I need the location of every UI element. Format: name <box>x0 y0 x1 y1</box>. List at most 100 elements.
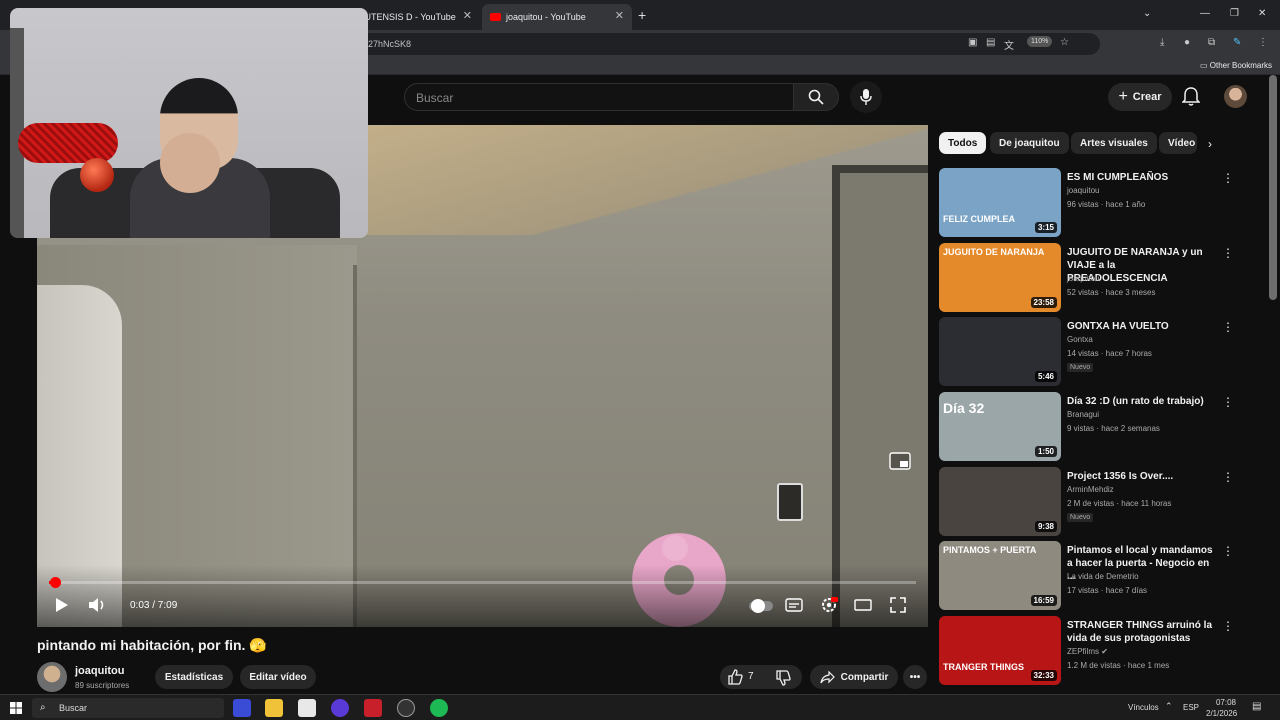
like-icon[interactable] <box>727 669 743 685</box>
spotify-icon[interactable] <box>430 699 448 717</box>
recommendation-item[interactable]: 5:46 GONTXA HA VUELTO Gontxa 14 vistas · ha… <box>939 317 1269 387</box>
screenshot-icon[interactable]: ▤ <box>986 37 995 48</box>
chip-artes-visuales[interactable]: Artes visuales <box>1071 132 1157 154</box>
recommendation-title[interactable]: GONTXA HA VUELTO <box>1067 320 1217 333</box>
recommendation-channel[interactable]: joaquitou <box>1067 186 1099 195</box>
bookmark-star-icon[interactable]: ☆ <box>1060 37 1069 48</box>
thumbnail-text: JUGUITO DE NARANJA <box>943 247 1045 257</box>
recommendation-item[interactable]: JUGUITO DE NARANJA 23:58 JUGUITO DE NARANJ… <box>939 243 1269 313</box>
extension-icon[interactable]: ✎ <box>1233 37 1241 48</box>
progress-scrubber[interactable] <box>50 577 62 588</box>
close-tab-icon[interactable]: ✕ <box>463 9 472 22</box>
recommendation-item[interactable]: PINTAMOS + PUERTA 16:59 Pintamos el local … <box>939 541 1269 611</box>
browser-tab[interactable]: CUTENSIS D - YouTube ✕ <box>350 4 480 30</box>
menu-icon[interactable]: ⋮ <box>1258 37 1268 48</box>
more-vertical-icon[interactable]: ⋮ <box>1222 619 1234 633</box>
recommendation-item[interactable]: FELIZ CUMPLEA 3:15 ES MI CUMPLEAÑOS joaquit… <box>939 168 1269 238</box>
extensions-icon[interactable]: ⧉ <box>1208 37 1215 48</box>
download-icon[interactable]: ⤓ <box>1160 37 1164 48</box>
more-actions-button[interactable]: ••• <box>903 665 927 689</box>
search-input[interactable]: Buscar <box>404 83 794 111</box>
recommendation-meta: 1.2 M de vistas · hace 1 mes <box>1067 661 1170 670</box>
create-button[interactable]: + Crear <box>1108 83 1172 111</box>
close-window-icon[interactable]: ✕ <box>1258 8 1266 19</box>
notification-icon[interactable]: ▤ <box>1252 701 1261 712</box>
recommendation-channel[interactable]: Branagui <box>1067 410 1099 419</box>
play-icon[interactable] <box>51 595 71 615</box>
recommendation-title[interactable]: Día 32 :D (un rato de trabajo) <box>1067 395 1217 408</box>
recommendation-item[interactable]: 9:38 Project 1356 Is Over.... ArminMehdiz 2… <box>939 467 1269 537</box>
recommendation-channel[interactable]: Gontxa <box>1067 335 1093 344</box>
tab-list-chevron-icon[interactable]: ⌄ <box>1143 8 1151 19</box>
miniplayer-icon[interactable] <box>889 452 911 470</box>
search-button[interactable] <box>793 83 839 111</box>
close-tab-icon[interactable]: ✕ <box>615 9 624 22</box>
input-language[interactable]: ESP <box>1183 703 1199 712</box>
translate-icon[interactable]: 文 <box>1004 37 1014 52</box>
theater-mode-icon[interactable] <box>854 596 872 614</box>
app-icon[interactable] <box>233 699 251 717</box>
search-placeholder: Buscar <box>416 91 454 105</box>
other-bookmarks[interactable]: ▭ Other Bookmarks <box>1200 61 1272 70</box>
more-vertical-icon[interactable]: ⋮ <box>1222 171 1234 185</box>
video-thumbnail[interactable]: JUGUITO DE NARANJA 23:58 <box>939 243 1061 312</box>
taskbar-search-input[interactable]: ⌕ Buscar <box>32 698 224 718</box>
notifications-bell-icon[interactable] <box>1182 87 1200 107</box>
profile-icon[interactable]: ● <box>1184 37 1190 48</box>
chip-todos[interactable]: Todos <box>939 132 987 154</box>
stats-button[interactable]: Estadísticas <box>155 665 233 689</box>
zoom-level[interactable]: 110% <box>1027 36 1053 47</box>
tray-links[interactable]: Vínculos <box>1128 703 1159 712</box>
share-button[interactable]: Compartir <box>810 665 898 689</box>
progress-bar[interactable] <box>49 581 916 584</box>
more-vertical-icon[interactable]: ⋮ <box>1222 246 1234 260</box>
chip-de-joaquitou[interactable]: De joaquitou <box>990 132 1069 154</box>
chip-video[interactable]: Vídeo <box>1159 132 1197 154</box>
video-thumbnail[interactable]: TRANGER THINGS 32:33 <box>939 616 1061 685</box>
subtitles-icon[interactable] <box>785 596 803 614</box>
recommendation-title[interactable]: STRANGER THINGS arruinó la vida de sus p… <box>1067 619 1217 645</box>
more-vertical-icon[interactable]: ⋮ <box>1222 395 1234 409</box>
new-tab-icon[interactable]: + <box>638 7 646 23</box>
minimize-icon[interactable]: — <box>1200 8 1210 19</box>
settings-gear-icon[interactable] <box>820 596 838 614</box>
browser-tab-active[interactable]: joaquitou - YouTube ✕ <box>482 4 632 30</box>
volume-icon[interactable] <box>87 595 107 615</box>
more-vertical-icon[interactable]: ⋮ <box>1222 470 1234 484</box>
video-thumbnail[interactable]: 9:38 <box>939 467 1061 536</box>
chevron-right-icon[interactable]: › <box>1208 137 1212 151</box>
video-thumbnail[interactable]: PINTAMOS + PUERTA 16:59 <box>939 541 1061 610</box>
obs-icon[interactable] <box>397 699 415 717</box>
voice-search-button[interactable] <box>850 81 882 113</box>
autoplay-toggle[interactable] <box>749 599 773 613</box>
video-thumbnail[interactable]: FELIZ CUMPLEA 3:15 <box>939 168 1061 237</box>
editor-app-icon[interactable] <box>364 699 382 717</box>
more-vertical-icon[interactable]: ⋮ <box>1222 544 1234 558</box>
recommendation-channel[interactable]: ZEPfilms ✔ <box>1067 647 1108 656</box>
notepad-icon[interactable] <box>298 699 316 717</box>
fullscreen-icon[interactable] <box>889 596 907 614</box>
system-clock[interactable]: 07:08 2/1/2026 <box>1206 697 1237 719</box>
recommendation-channel[interactable]: joaquitou <box>1067 274 1099 283</box>
windows-start-icon[interactable] <box>10 702 22 714</box>
recommendation-item[interactable]: Día 32 1:50 Día 32 :D (un rato de trabajo)… <box>939 392 1269 462</box>
file-explorer-icon[interactable] <box>265 699 283 717</box>
recommendation-channel[interactable]: La vida de Demetrio <box>1067 572 1139 581</box>
account-avatar[interactable] <box>1224 85 1247 108</box>
more-vertical-icon[interactable]: ⋮ <box>1222 320 1234 334</box>
edit-video-button[interactable]: Editar vídeo <box>240 665 316 689</box>
channel-avatar[interactable] <box>37 662 67 692</box>
channel-name[interactable]: joaquitou <box>75 665 125 677</box>
video-thumbnail[interactable]: Día 32 1:50 <box>939 392 1061 461</box>
page-scrollbar[interactable] <box>1269 75 1277 300</box>
recommendation-title[interactable]: Project 1356 Is Over.... <box>1067 470 1217 483</box>
video-thumbnail[interactable]: 5:46 <box>939 317 1061 386</box>
browser-icon[interactable] <box>331 699 349 717</box>
chevron-up-icon[interactable]: ⌃ <box>1165 701 1173 712</box>
recommendation-channel[interactable]: ArminMehdiz <box>1067 485 1114 494</box>
dislike-icon[interactable] <box>775 670 791 686</box>
recommendation-title[interactable]: ES MI CUMPLEAÑOS <box>1067 171 1217 184</box>
recommendation-item[interactable]: TRANGER THINGS 32:33 STRANGER THINGS arrui… <box>939 616 1269 686</box>
maximize-icon[interactable]: ❐ <box>1230 8 1239 19</box>
image-icon[interactable]: ▣ <box>968 37 977 48</box>
